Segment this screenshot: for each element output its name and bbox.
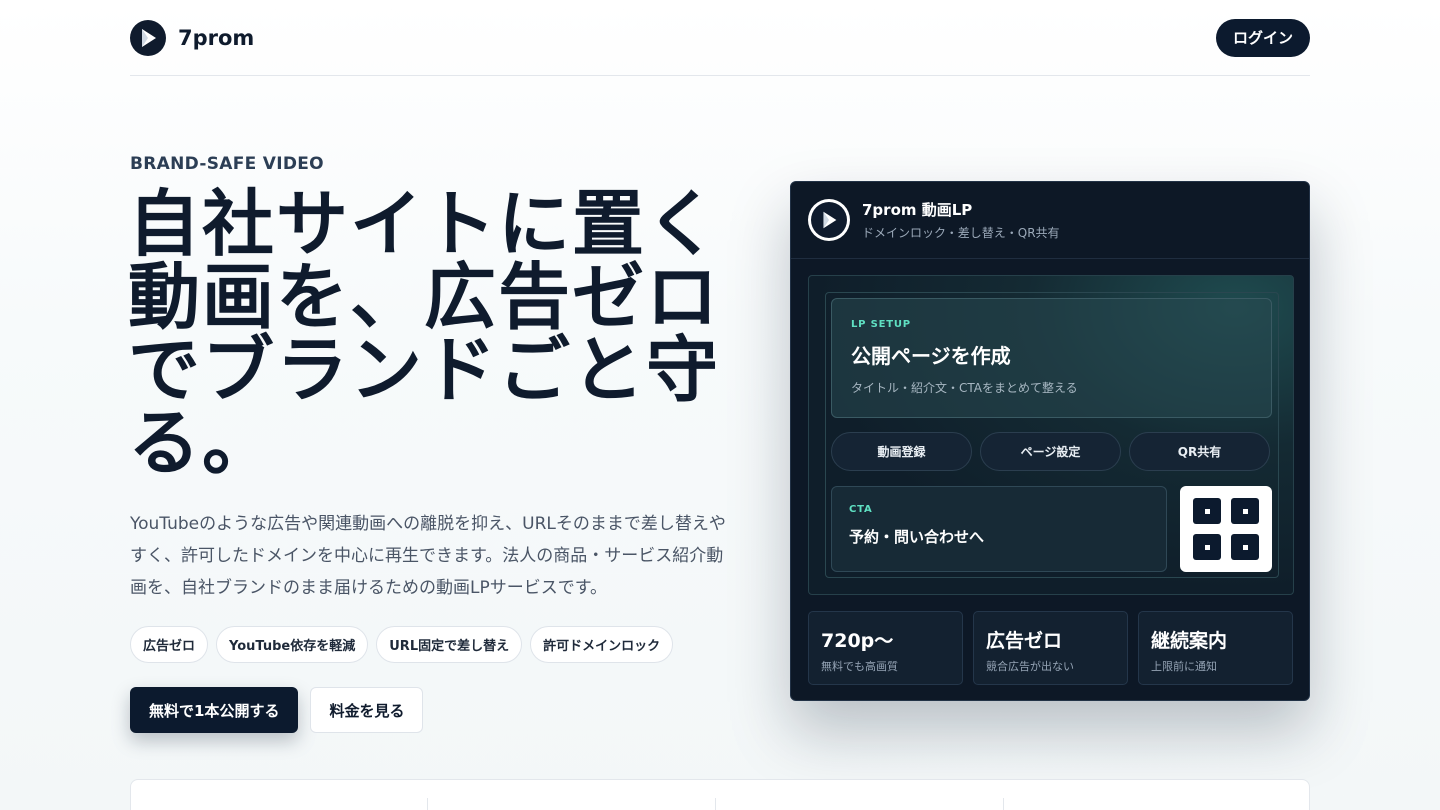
feature-chip: URL固定で差し替え <box>376 626 523 663</box>
feature-chip: YouTube依存を軽減 <box>216 626 369 663</box>
setup-title: 公開ページを作成 <box>851 344 1011 368</box>
hero-cta-group: 無料で1本公開する 料金を見る <box>130 687 424 733</box>
pill-page-settings[interactable]: ページ設定 <box>980 432 1121 471</box>
divider <box>427 798 428 810</box>
stat-value: 広告ゼロ <box>986 630 1063 652</box>
panel-title: 7prom 動画LP <box>862 201 973 219</box>
panel-header: 7prom 動画LP ドメインロック・差し替え・QR共有 <box>791 182 1309 259</box>
stat-card: 720p〜 無料でも高画質 <box>808 611 963 685</box>
hero-title-line: でブランドごと守 <box>128 328 721 412</box>
stat-value: 720p〜 <box>821 630 894 652</box>
cta-card[interactable]: CTA 予約・問い合わせへ <box>831 486 1167 572</box>
lp-preview-frame: LP SETUP 公開ページを作成 タイトル・紹介文・CTAをまとめて整える 動… <box>808 275 1294 595</box>
view-pricing-button[interactable]: 料金を見る <box>310 687 424 733</box>
divider <box>715 798 716 810</box>
setup-description: タイトル・紹介文・CTAをまとめて整える <box>851 381 1078 395</box>
hero-title-line: 自社サイトに置く <box>128 182 721 266</box>
stats-row: 720p〜 無料でも高画質 広告ゼロ 競合広告が出ない 継続案内 上限前に通知 <box>808 611 1293 685</box>
stat-caption: 上限前に通知 <box>1151 660 1217 673</box>
hero-eyebrow: BRAND-SAFE VIDEO <box>130 154 324 174</box>
cta-label: 予約・問い合わせへ <box>849 528 985 546</box>
feature-chip: 許可ドメインロック <box>530 626 674 663</box>
login-button[interactable]: ログイン <box>1215 18 1310 57</box>
stat-card: 継続案内 上限前に通知 <box>1138 611 1293 685</box>
pill-qr-share[interactable]: QR共有 <box>1129 432 1270 471</box>
panel-subtitle: ドメインロック・差し替え・QR共有 <box>862 226 1060 240</box>
stat-card: 広告ゼロ 競合広告が出ない <box>973 611 1128 685</box>
qr-cell <box>1193 498 1221 524</box>
stat-caption: 無料でも高画質 <box>821 660 898 673</box>
play-logo-icon <box>130 19 166 56</box>
play-logo-icon <box>811 202 847 238</box>
hero-description: YouTubeのような広告や関連動画への離脱を抑え、URLそのままで差し替えやす… <box>130 514 726 598</box>
lp-setup-card[interactable]: LP SETUP 公開ページを作成 タイトル・紹介文・CTAをまとめて整える <box>831 298 1272 418</box>
publish-free-button[interactable]: 無料で1本公開する <box>130 687 299 733</box>
hero-title: 自社サイトに置く 動画を、広告ゼロ でブランドごと守 る。 <box>128 188 728 480</box>
brand-name: 7prom <box>178 25 255 50</box>
site-header: 7prom ログイン <box>130 0 1310 76</box>
stat-caption: 競合広告が出ない <box>986 660 1074 673</box>
pill-video-register[interactable]: 動画登録 <box>831 432 972 471</box>
qr-cell <box>1231 534 1259 560</box>
feature-chip: 広告ゼロ <box>130 626 209 663</box>
divider <box>1003 798 1004 810</box>
setup-tag: LP SETUP <box>851 319 911 330</box>
brand[interactable]: 7prom <box>130 19 255 56</box>
feature-chips: 広告ゼロ YouTube依存を軽減 URL固定で差し替え 許可ドメインロック <box>130 626 674 663</box>
cta-tag: CTA <box>849 504 873 515</box>
stat-value: 継続案内 <box>1151 630 1228 652</box>
step-pills: 動画登録 ページ設定 QR共有 <box>831 432 1270 471</box>
hero-title-line: る。 <box>128 401 277 485</box>
feature-summary-card <box>130 779 1310 810</box>
qr-cell <box>1193 534 1221 560</box>
hero-title-line: 動画を、広告ゼロ <box>128 255 721 339</box>
qr-cell <box>1231 498 1259 524</box>
product-preview-panel: 7prom 動画LP ドメインロック・差し替え・QR共有 LP SETUP 公開… <box>790 181 1310 701</box>
panel-logo <box>808 199 850 241</box>
qr-code-icon <box>1180 486 1272 572</box>
